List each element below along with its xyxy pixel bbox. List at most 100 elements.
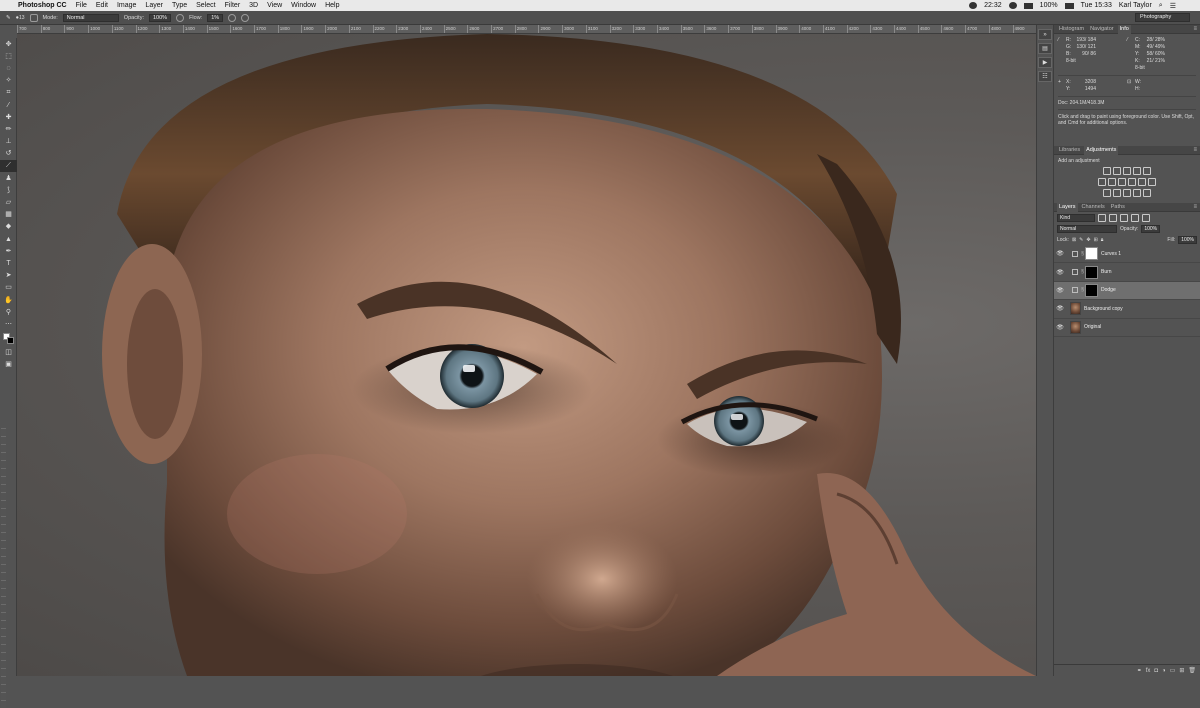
- rgb-eyedropper-icon[interactable]: ⁄: [1058, 37, 1066, 44]
- actions-play-icon[interactable]: ▶: [1038, 57, 1052, 68]
- black-white-icon[interactable]: [1118, 178, 1126, 186]
- pressure-size-icon[interactable]: [241, 13, 250, 22]
- menu-image[interactable]: Image: [117, 2, 136, 9]
- sharpen-tool-icon[interactable]: ▲: [0, 233, 17, 245]
- cmyk-eyedropper-icon[interactable]: ⁄: [1127, 37, 1135, 44]
- trash-icon[interactable]: 🗑︎: [1188, 667, 1196, 674]
- menu-layer[interactable]: Layer: [145, 2, 163, 9]
- layer-mask-thumbnail[interactable]: [1085, 265, 1098, 279]
- color-lookup-icon[interactable]: [1148, 178, 1156, 186]
- layer-name[interactable]: Background copy: [1084, 306, 1123, 312]
- brightness-contrast-icon[interactable]: [1103, 167, 1111, 175]
- mode-select[interactable]: Normal: [62, 13, 119, 22]
- healing-brush-tool-icon[interactable]: ✚: [0, 111, 17, 123]
- mask-icon[interactable]: ◘: [1154, 668, 1158, 674]
- invert-icon[interactable]: [1103, 189, 1111, 197]
- menu-window[interactable]: Window: [291, 2, 316, 9]
- filter-shape-icon[interactable]: [1131, 213, 1139, 222]
- eraser-tool-icon[interactable]: ▱: [0, 196, 17, 208]
- layer-name[interactable]: Dodge: [1101, 287, 1116, 293]
- brush-panel-icon[interactable]: [29, 13, 38, 22]
- menu-edit[interactable]: Edit: [96, 2, 108, 9]
- layer-name[interactable]: Burn: [1101, 269, 1112, 275]
- filter-type-icon[interactable]: [1120, 213, 1128, 222]
- more-tools-icon[interactable]: ⋯: [0, 318, 17, 330]
- lock-transparent-icon[interactable]: ⊠: [1072, 237, 1076, 243]
- tab-histogram[interactable]: Histogram: [1057, 26, 1086, 32]
- hue-saturation-icon[interactable]: [1098, 178, 1106, 186]
- zoom-tool-icon[interactable]: ⚲: [0, 306, 17, 318]
- lock-pixels-icon[interactable]: ✎: [1079, 237, 1083, 243]
- tab-adjustments[interactable]: Adjustments: [1084, 145, 1119, 155]
- visibility-eye-icon[interactable]: 👁︎: [1054, 324, 1066, 331]
- lock-position-icon[interactable]: ✥: [1086, 237, 1090, 243]
- collapse-arrows-icon[interactable]: »: [1038, 29, 1052, 40]
- menu-help[interactable]: Help: [325, 2, 339, 9]
- path-select-tool-icon[interactable]: ➤: [0, 270, 17, 282]
- document-canvas[interactable]: [17, 34, 1036, 676]
- properties-panel-icon[interactable]: ☷: [1038, 71, 1052, 82]
- hand-tool-icon[interactable]: ✋: [0, 294, 17, 306]
- tab-paths[interactable]: Paths: [1109, 204, 1127, 210]
- menu-file[interactable]: File: [76, 2, 87, 9]
- lock-artboard-icon[interactable]: ⊞: [1094, 237, 1098, 243]
- shape-tool-icon[interactable]: ▭: [0, 282, 17, 294]
- history-panel-icon[interactable]: ▤: [1038, 43, 1052, 54]
- airbrush-icon[interactable]: [228, 13, 237, 22]
- filter-kind-select[interactable]: Kind: [1057, 213, 1095, 222]
- tab-channels[interactable]: Channels: [1080, 204, 1107, 210]
- brush-tool-icon[interactable]: ✎: [6, 15, 11, 21]
- visibility-eye-icon[interactable]: 👁︎: [1054, 287, 1066, 294]
- background-color-swatch[interactable]: [7, 336, 14, 344]
- layer-fill-field[interactable]: 100%: [1178, 235, 1197, 244]
- panel-menu-icon[interactable]: ≡: [1193, 204, 1197, 210]
- flow-field[interactable]: 1%: [207, 13, 224, 22]
- pen-tool-icon[interactable]: ✒: [0, 245, 17, 257]
- battery-icon[interactable]: [1064, 2, 1074, 9]
- filter-pixel-icon[interactable]: [1098, 213, 1106, 222]
- stamp-tool-icon[interactable]: ♟: [0, 172, 17, 184]
- wifi-icon[interactable]: [1008, 2, 1017, 9]
- layer-row[interactable]: 👁︎ Background copy: [1054, 300, 1200, 319]
- lasso-tool-icon[interactable]: ◌: [0, 62, 17, 74]
- quick-mask-icon[interactable]: ◫: [0, 347, 17, 359]
- eyedropper-tool-icon[interactable]: ⁄: [0, 99, 17, 111]
- panel-menu-icon[interactable]: ≡: [1193, 26, 1197, 32]
- color-swatches[interactable]: [0, 331, 16, 347]
- tab-layers[interactable]: Layers: [1057, 202, 1078, 212]
- selective-color-icon[interactable]: [1143, 189, 1151, 197]
- type-tool-icon[interactable]: T: [0, 257, 17, 269]
- menu-type[interactable]: Type: [172, 2, 187, 9]
- filter-adjustment-icon[interactable]: [1109, 213, 1117, 222]
- brush-preset-picker[interactable]: ●13: [16, 15, 25, 21]
- visibility-eye-icon[interactable]: 👁︎: [1054, 305, 1066, 312]
- threshold-icon[interactable]: [1123, 189, 1131, 197]
- pressure-opacity-icon[interactable]: [176, 13, 185, 22]
- layer-name[interactable]: Curves 1: [1101, 251, 1121, 257]
- menu-view[interactable]: View: [267, 2, 282, 9]
- search-icon[interactable]: ⌕: [1159, 2, 1163, 10]
- record-icon[interactable]: [969, 2, 978, 9]
- blur-tool-icon[interactable]: ◆: [0, 221, 17, 233]
- folder-icon[interactable]: ▭: [1170, 667, 1176, 674]
- blend-mode-select[interactable]: Normal: [1057, 224, 1117, 233]
- menu-app-name[interactable]: Photoshop CC: [18, 2, 67, 9]
- panel-menu-icon[interactable]: ≡: [1193, 147, 1197, 153]
- brush-tool-icon[interactable]: ✏: [0, 123, 17, 135]
- vibrance-icon[interactable]: [1143, 167, 1151, 175]
- quick-select-tool-icon[interactable]: ✧: [0, 75, 17, 87]
- visibility-eye-icon[interactable]: 👁︎: [1054, 250, 1066, 257]
- fx-icon[interactable]: fx: [1146, 668, 1151, 674]
- levels-icon[interactable]: [1113, 167, 1121, 175]
- gradient-tool-icon[interactable]: ▦: [0, 209, 17, 221]
- layer-row[interactable]: 👁︎ § Curves 1: [1054, 245, 1200, 264]
- history-brush-tool-icon[interactable]: ↺: [0, 148, 17, 160]
- tab-info[interactable]: Info: [1117, 24, 1131, 34]
- menu-3d[interactable]: 3D: [249, 2, 258, 9]
- menu-filter[interactable]: Filter: [225, 2, 241, 9]
- screen-mode-icon[interactable]: ▣: [0, 359, 17, 371]
- workspace-select[interactable]: Photography: [1135, 13, 1190, 22]
- tab-libraries[interactable]: Libraries: [1057, 147, 1082, 153]
- tab-navigator[interactable]: Navigator: [1088, 26, 1116, 32]
- menu-list-icon[interactable]: ☰: [1170, 2, 1176, 10]
